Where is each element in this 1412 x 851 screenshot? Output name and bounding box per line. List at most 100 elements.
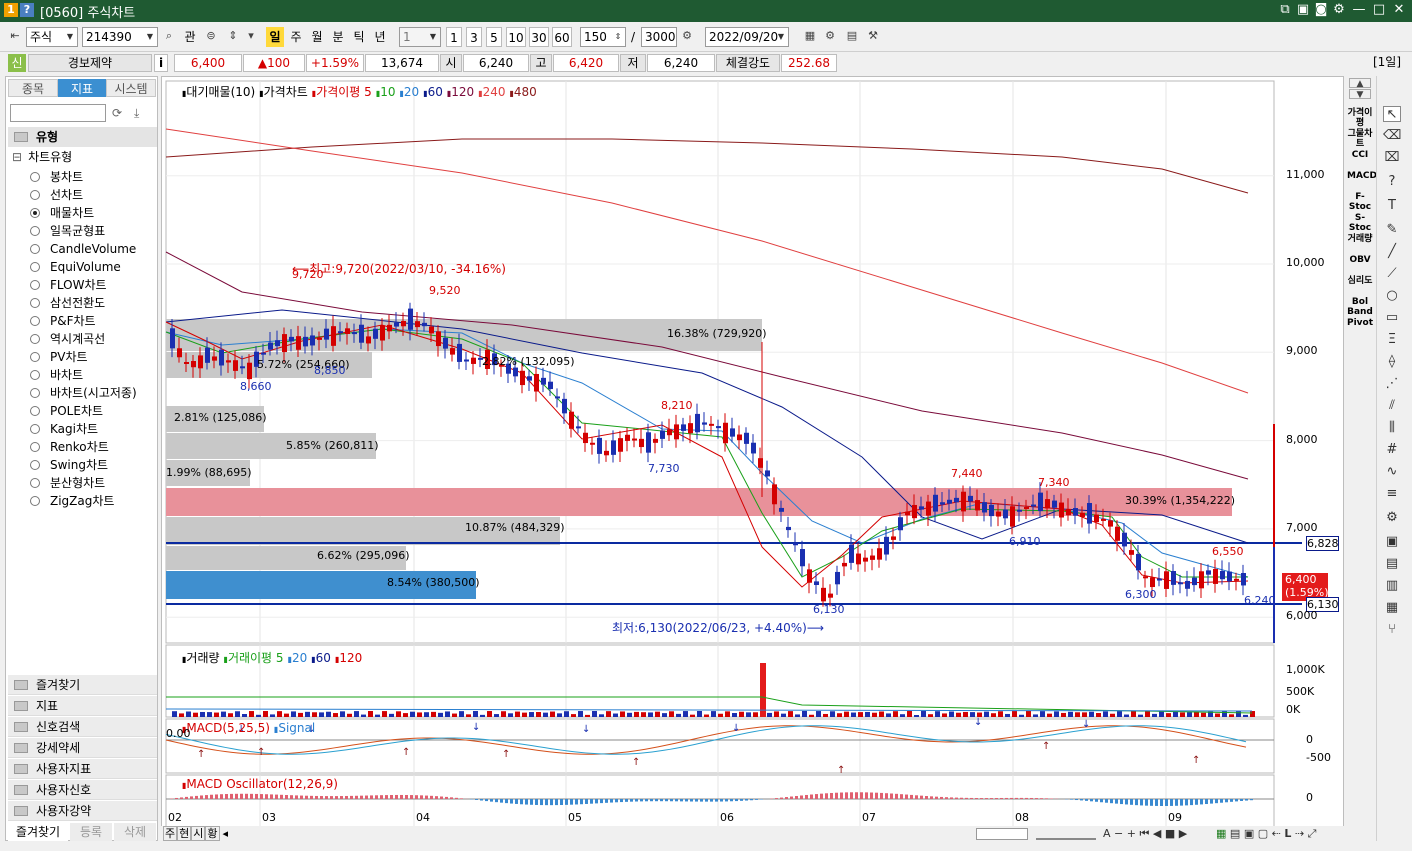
radio-icon[interactable] bbox=[30, 298, 40, 308]
indicator-shortcut[interactable]: Pivot bbox=[1347, 318, 1373, 328]
close-icon[interactable]: ✕ bbox=[1390, 2, 1408, 17]
level-tool-icon[interactable]: ≡ bbox=[1383, 486, 1401, 502]
trend-tool-icon[interactable]: ∿ bbox=[1383, 464, 1401, 480]
chart-type-option[interactable]: EquiVolume bbox=[30, 258, 121, 276]
radio-icon[interactable] bbox=[30, 424, 40, 434]
date-picker[interactable]: 2022/09/20 ▼ bbox=[705, 27, 789, 47]
radio-icon[interactable] bbox=[30, 190, 40, 200]
quick-3-button[interactable]: 3 bbox=[466, 27, 482, 47]
info-icon[interactable]: i bbox=[154, 54, 168, 72]
period-week-button[interactable]: 주 bbox=[287, 27, 305, 47]
indicator-shortcut[interactable]: 거래량 bbox=[1347, 234, 1373, 244]
sync-icon[interactable]: ⊜ bbox=[204, 29, 218, 43]
zoom-in-icon[interactable]: + bbox=[1127, 827, 1136, 840]
prev-stock-icon[interactable]: ⇤ bbox=[8, 29, 22, 43]
chart-type-option[interactable]: POLE차트 bbox=[30, 402, 103, 420]
tab-indicator[interactable]: 지표 bbox=[58, 79, 106, 97]
stock-code-input[interactable]: 214390 ▼ bbox=[82, 27, 158, 47]
refresh-icon[interactable]: ⟳ bbox=[112, 106, 126, 120]
radio-icon[interactable] bbox=[30, 334, 40, 344]
radio-icon[interactable] bbox=[30, 280, 40, 290]
legend-item[interactable]: ▮120 bbox=[335, 651, 362, 665]
grid-tool-icon[interactable]: # bbox=[1383, 442, 1401, 458]
view-count-input[interactable]: 150 ⇕ bbox=[580, 27, 626, 47]
bottom-tab-1[interactable]: 주 bbox=[163, 826, 178, 841]
chart-type-option[interactable]: 바차트 bbox=[30, 366, 83, 384]
quick-10-button[interactable]: 10 bbox=[506, 27, 526, 47]
chart-type-option[interactable]: Kagi차트 bbox=[30, 420, 98, 438]
period-year-button[interactable]: 년 bbox=[371, 27, 389, 47]
legend-item[interactable]: ▮Signal bbox=[274, 721, 315, 735]
radio-icon[interactable] bbox=[30, 478, 40, 488]
horizontal-scrollbar[interactable] bbox=[976, 828, 1028, 840]
ray-tool-icon[interactable]: ⟋ bbox=[1383, 266, 1401, 282]
radio-icon[interactable] bbox=[30, 388, 40, 398]
legend-item[interactable]: ▮가격차트 bbox=[259, 85, 308, 99]
chevron-down-icon[interactable]: ▼ bbox=[427, 29, 439, 45]
folder-item[interactable]: 사용자지표 bbox=[8, 759, 157, 779]
text-tool-icon[interactable]: T bbox=[1383, 198, 1401, 214]
chart-type-option[interactable]: FLOW차트 bbox=[30, 276, 107, 294]
settings-small-icon[interactable]: ⚙ bbox=[680, 29, 694, 43]
spin-icon[interactable]: ⇕ bbox=[612, 29, 624, 45]
tools-icon[interactable]: ⚒ bbox=[866, 29, 880, 43]
register-button[interactable]: 등록 bbox=[70, 823, 112, 841]
delete-button[interactable]: 삭제 bbox=[114, 823, 156, 841]
radio-icon[interactable] bbox=[30, 352, 40, 362]
indicator-shortcut[interactable]: 가격이평 bbox=[1347, 108, 1373, 128]
maximize-icon[interactable]: □ bbox=[1370, 2, 1388, 17]
folder-item[interactable]: 강세약세 bbox=[8, 738, 157, 758]
tab-favorites[interactable]: 즐겨찾기 bbox=[8, 823, 68, 841]
radio-icon[interactable] bbox=[30, 370, 40, 380]
legend-item[interactable]: ▮480 bbox=[510, 85, 537, 99]
legend-item[interactable]: ▮가격이평 5 bbox=[312, 85, 372, 99]
save-icon[interactable]: ▤ bbox=[1230, 827, 1240, 840]
chevron-down-icon[interactable]: ▼ bbox=[64, 29, 76, 45]
window-link-icon[interactable]: ⧉ bbox=[1276, 2, 1294, 17]
radio-icon[interactable] bbox=[30, 406, 40, 416]
chart-type-option[interactable]: ZigZag차트 bbox=[30, 492, 114, 510]
chart-type-option[interactable]: 분산형차트 bbox=[30, 474, 105, 492]
gann-tool-icon[interactable]: ⟠ bbox=[1383, 354, 1401, 370]
eraser-icon[interactable]: ⌫ bbox=[1383, 128, 1401, 144]
folder-item[interactable]: 지표 bbox=[8, 696, 157, 716]
chart-list-icon[interactable]: ▦ bbox=[803, 29, 817, 43]
chart-type-option[interactable]: PV차트 bbox=[30, 348, 88, 366]
chart-type-option[interactable]: P&F차트 bbox=[30, 312, 96, 330]
save-icon[interactable]: ▤ bbox=[845, 29, 859, 43]
fit-icon[interactable]: ⤢ bbox=[1308, 827, 1317, 840]
folder-item[interactable]: 사용자강약 bbox=[8, 801, 157, 821]
pen-icon[interactable]: ✎ bbox=[1383, 222, 1401, 238]
folder-item[interactable]: 사용자신호 bbox=[8, 780, 157, 800]
chart-canvas[interactable]: ↓ ↓ ↓ ↓ ↓↓ ↓↑ ↑ ↑ ↑↑↑↑↑ bbox=[162, 77, 1345, 842]
legend-item[interactable]: ▮거래량 bbox=[182, 651, 220, 665]
legend-item[interactable]: ▮20 bbox=[288, 651, 308, 665]
legend-item[interactable]: ▮120 bbox=[447, 85, 474, 99]
fork-tool-icon[interactable]: ⑂ bbox=[1383, 622, 1401, 638]
quick-30-button[interactable]: 30 bbox=[529, 27, 549, 47]
quick-1-button[interactable]: 1 bbox=[446, 27, 462, 47]
rect-tool-icon[interactable]: ▭ bbox=[1383, 310, 1401, 326]
minimize-icon[interactable]: — bbox=[1350, 2, 1368, 17]
period-tick-button[interactable]: 틱 bbox=[350, 27, 368, 47]
chart-type-option[interactable]: 삼선전환도 bbox=[30, 294, 105, 312]
search-icon[interactable]: ⌕ bbox=[162, 29, 176, 43]
auto-tool-icon[interactable]: ⚙ bbox=[1383, 510, 1401, 526]
print-icon[interactable]: ▣ bbox=[1244, 827, 1254, 840]
next-icon[interactable]: ▶ bbox=[1179, 827, 1187, 840]
caret-down-icon[interactable]: ▾ bbox=[244, 29, 258, 43]
delete-all-icon[interactable]: ⌧ bbox=[1383, 150, 1401, 166]
chart-type-root[interactable]: ⊟ 차트유형 bbox=[12, 149, 72, 165]
line-tool-icon[interactable]: ╱ bbox=[1383, 244, 1401, 260]
chart-type-option[interactable]: Swing차트 bbox=[30, 456, 108, 474]
scroll-up-icon[interactable]: ▲ bbox=[1349, 78, 1371, 89]
radio-icon[interactable] bbox=[30, 208, 40, 218]
back-icon[interactable]: ⇠ bbox=[1272, 827, 1281, 840]
folder-item[interactable]: 즐겨찾기 bbox=[8, 675, 157, 695]
period-month-button[interactable]: 월 bbox=[308, 27, 326, 47]
period-minute-button[interactable]: 분 bbox=[329, 27, 347, 47]
fan-tool-icon[interactable]: ⋰ bbox=[1383, 376, 1401, 392]
multi-tool-icon[interactable]: ▦ bbox=[1383, 600, 1401, 616]
legend-item[interactable]: ▮60 bbox=[311, 651, 331, 665]
chevron-down-icon[interactable]: ▼ bbox=[144, 29, 156, 45]
